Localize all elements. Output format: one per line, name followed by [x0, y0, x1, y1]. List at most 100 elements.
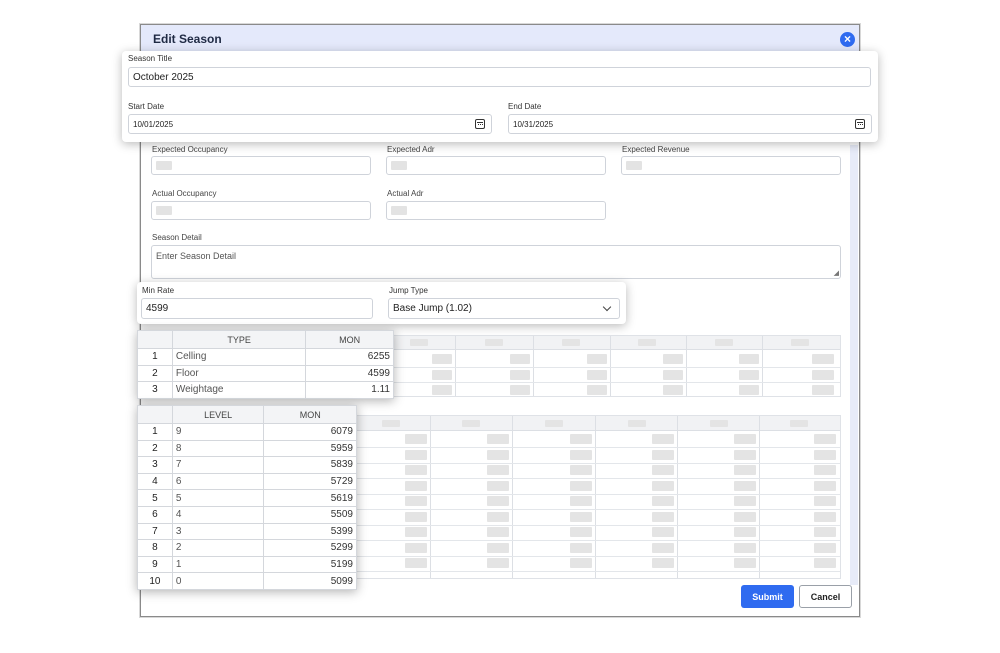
table-header-row: LEVEL MON — [137, 405, 357, 424]
table-row[interactable]: 10 0 5099 — [137, 572, 357, 590]
mon-cell[interactable]: 6255 — [305, 348, 394, 366]
close-icon[interactable]: × — [840, 32, 855, 47]
row-number: 8 — [137, 539, 173, 557]
level-cell[interactable]: 7 — [171, 456, 265, 474]
mon-cell[interactable]: 5399 — [263, 522, 357, 541]
table-header-row: TYPE MON — [137, 330, 394, 349]
season-detail-placeholder: Enter Season Detail — [156, 251, 237, 261]
start-date-input[interactable]: 10/01/2025 — [128, 114, 492, 134]
level-cell[interactable]: 2 — [171, 539, 265, 557]
expected-revenue-label: Expected Revenue — [622, 145, 690, 154]
row-number: 9 — [137, 555, 173, 574]
row-number: 6 — [137, 505, 173, 524]
jump-type-select[interactable]: Base Jump (1.02) — [388, 298, 620, 319]
row-number: 2 — [137, 364, 173, 383]
table-row[interactable]: 3 7 5839 — [137, 456, 357, 474]
row-number: 3 — [137, 456, 173, 474]
mon-cell[interactable]: 5729 — [263, 472, 357, 491]
mon-cell[interactable]: 5099 — [263, 572, 357, 590]
expected-adr-label: Expected Adr — [387, 145, 435, 154]
min-rate-input[interactable]: 4599 — [141, 298, 373, 319]
row-number: 2 — [137, 439, 173, 458]
table-row[interactable]: 2 Floor 4599 — [137, 364, 394, 383]
background-type-grid — [374, 335, 841, 397]
level-cell[interactable]: 9 — [171, 423, 265, 441]
expected-occupancy-input[interactable] — [151, 156, 371, 175]
table-row[interactable]: 3 Weightage 1.11 — [137, 381, 394, 399]
mon-cell[interactable]: 5959 — [263, 439, 357, 458]
submit-button[interactable]: Submit — [741, 585, 794, 608]
table-row[interactable]: 1 9 6079 — [137, 423, 357, 441]
row-number-header — [137, 405, 173, 424]
level-cell[interactable]: 8 — [171, 439, 265, 458]
min-rate-label: Min Rate — [142, 286, 175, 295]
dialog-scrollbar[interactable] — [850, 145, 858, 585]
end-date-value: 10/31/2025 — [513, 119, 554, 129]
jump-type-value: Base Jump (1.02) — [393, 303, 472, 314]
expected-adr-input[interactable] — [386, 156, 606, 175]
mon-cell[interactable]: 6079 — [263, 423, 357, 441]
type-cell[interactable]: Floor — [171, 364, 307, 383]
type-table: TYPE MON 1 Celling 6255 2 Floor 4599 3 W… — [137, 330, 394, 399]
table-row[interactable]: 6 4 5509 — [137, 505, 357, 524]
mon-cell[interactable]: 5619 — [263, 489, 357, 507]
start-date-value: 10/01/2025 — [133, 119, 174, 129]
mon-cell[interactable]: 1.11 — [305, 381, 394, 399]
mon-cell[interactable]: 5299 — [263, 539, 357, 557]
level-cell[interactable]: 4 — [171, 505, 265, 524]
row-number: 10 — [137, 572, 173, 590]
level-cell[interactable]: 3 — [171, 522, 265, 541]
level-table: LEVEL MON 1 9 6079 2 8 5959 3 7 5839 4 6 5729 55… — [137, 405, 357, 590]
actual-occupancy-label: Actual Occupancy — [152, 189, 217, 198]
season-detail-label: Season Detail — [152, 233, 202, 242]
calendar-icon[interactable] — [475, 119, 485, 129]
table-row[interactable]: 4 6 5729 — [137, 472, 357, 491]
level-cell[interactable]: 6 — [171, 472, 265, 491]
table-row[interactable]: 5 5 5619 — [137, 489, 357, 507]
end-date-label: End Date — [508, 102, 542, 111]
expected-revenue-input[interactable] — [621, 156, 841, 175]
level-cell[interactable]: 1 — [171, 555, 265, 574]
calendar-icon[interactable] — [855, 119, 865, 129]
start-date-label: Start Date — [128, 102, 165, 111]
mon-cell[interactable]: 5199 — [263, 555, 357, 574]
end-date-input[interactable]: 10/31/2025 — [508, 114, 872, 134]
expected-occupancy-label: Expected Occupancy — [152, 145, 228, 154]
min-rate-value: 4599 — [146, 303, 169, 314]
season-title-value: October 2025 — [133, 71, 194, 83]
row-number: 5 — [137, 489, 173, 507]
actual-adr-input[interactable] — [386, 201, 606, 220]
level-cell[interactable]: 0 — [171, 572, 265, 590]
season-title-label: Season Title — [128, 54, 173, 63]
actual-adr-label: Actual Adr — [387, 189, 424, 198]
mon-column-header[interactable]: MON — [305, 330, 394, 349]
chevron-down-icon — [602, 302, 612, 312]
row-number: 3 — [137, 381, 173, 399]
row-number-header — [137, 330, 173, 349]
cancel-button[interactable]: Cancel — [799, 585, 852, 608]
dialog-title: Edit Season — [153, 32, 222, 46]
mon-cell[interactable]: 4599 — [305, 364, 394, 383]
season-title-input[interactable]: October 2025 — [128, 67, 871, 87]
rate-card: Min Rate 4599 Jump Type Base Jump (1.02) — [137, 282, 626, 324]
mon-cell[interactable]: 5509 — [263, 505, 357, 524]
table-row[interactable]: 2 8 5959 — [137, 439, 357, 458]
season-card: Season Title October 2025 Start Date 10/… — [122, 51, 878, 142]
mon-column-header[interactable]: MON — [263, 405, 357, 424]
table-row[interactable]: 9 1 5199 — [137, 555, 357, 574]
season-detail-textarea[interactable]: Enter Season Detail ◢ — [151, 245, 841, 279]
table-row[interactable]: 7 3 5399 — [137, 522, 357, 541]
type-cell[interactable]: Celling — [171, 348, 307, 366]
type-cell[interactable]: Weightage — [171, 381, 307, 399]
level-column-header[interactable]: LEVEL — [171, 405, 265, 424]
table-row[interactable]: 1 Celling 6255 — [137, 348, 394, 366]
table-row[interactable]: 8 2 5299 — [137, 539, 357, 557]
dialog-header: Edit Season × — [141, 25, 859, 53]
actual-occupancy-input[interactable] — [151, 201, 371, 220]
resize-handle-icon[interactable]: ◢ — [834, 270, 839, 277]
level-cell[interactable]: 5 — [171, 489, 265, 507]
row-number: 1 — [137, 348, 173, 366]
mon-cell[interactable]: 5839 — [263, 456, 357, 474]
type-column-header[interactable]: TYPE — [171, 330, 307, 349]
row-number: 1 — [137, 423, 173, 441]
